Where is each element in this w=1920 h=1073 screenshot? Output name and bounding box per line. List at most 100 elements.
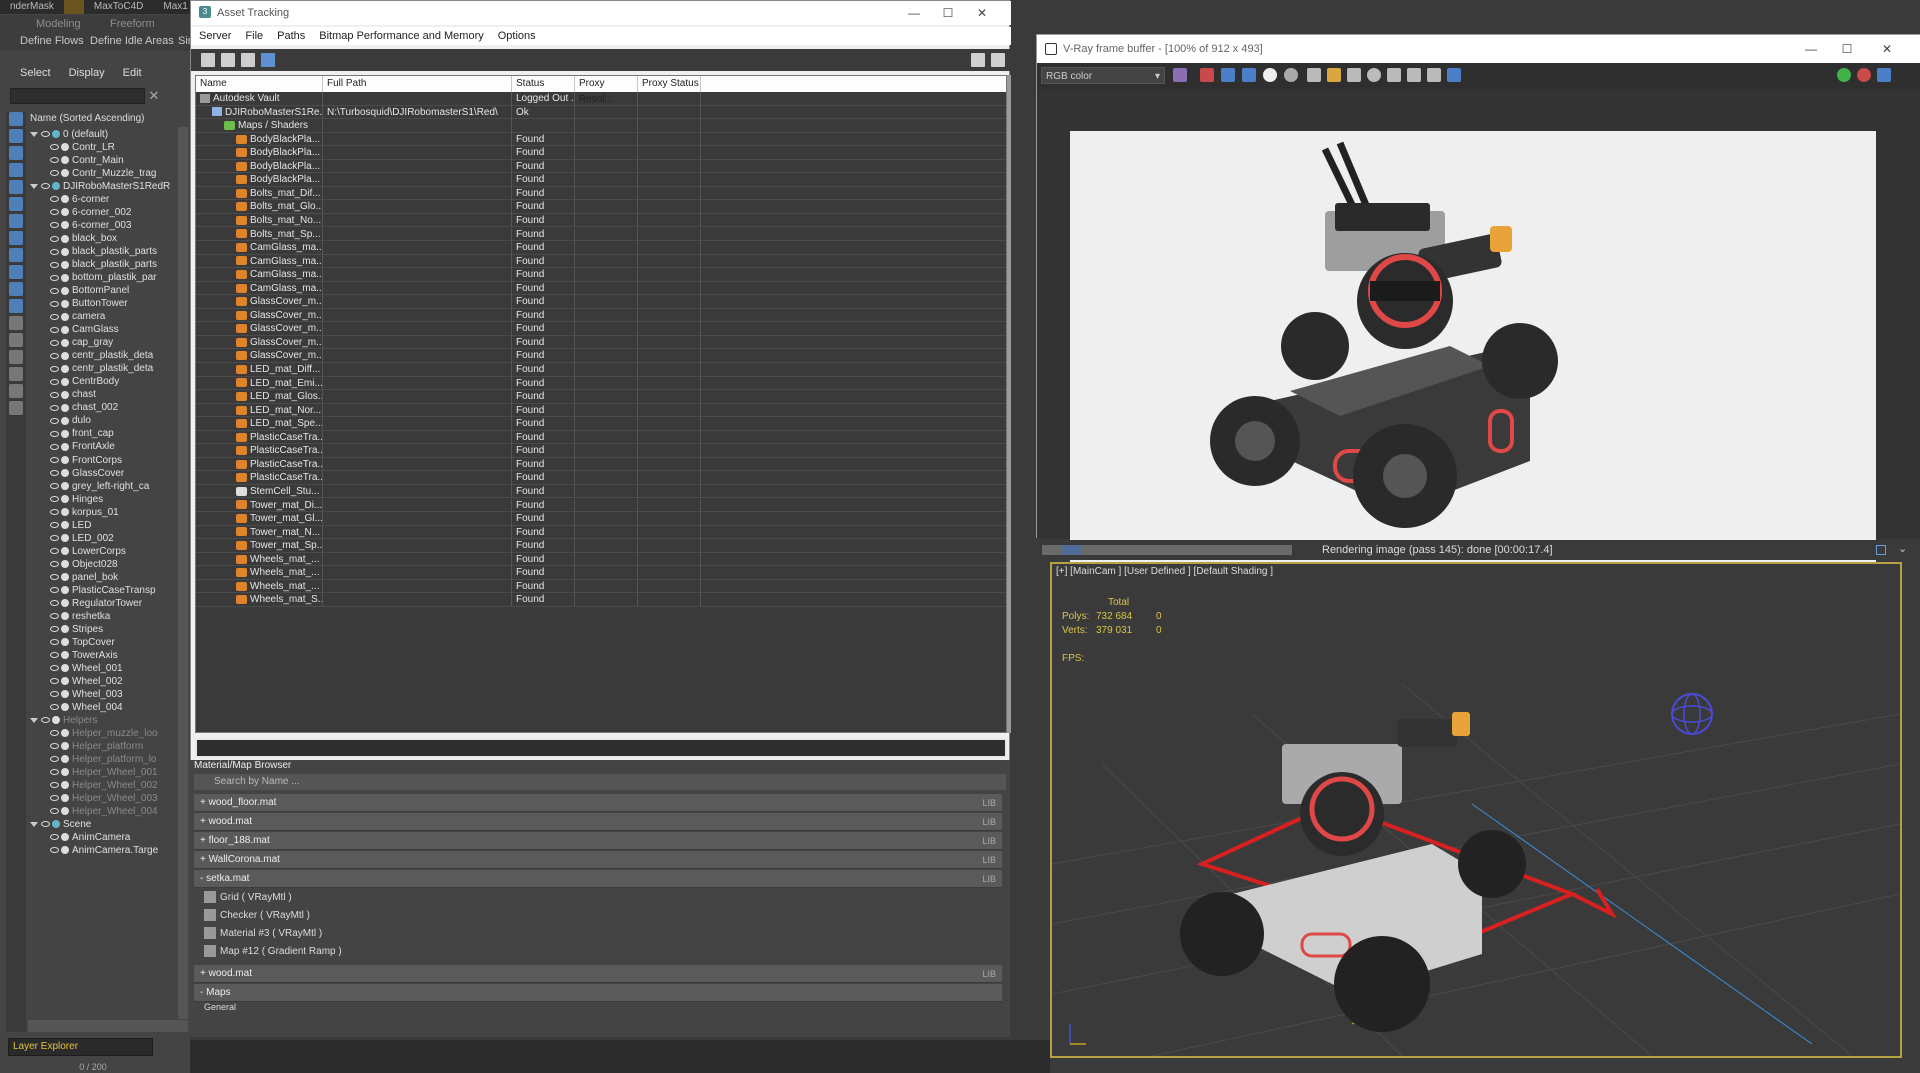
visibility-eye-icon[interactable] — [50, 847, 59, 854]
ribbon-subtab-freeform[interactable]: Freeform — [110, 18, 155, 30]
filter-icon[interactable] — [9, 231, 23, 245]
table-row[interactable]: Tower_mat_Gl... Found — [196, 512, 1006, 526]
visibility-eye-icon[interactable] — [50, 443, 59, 450]
menu-edit[interactable]: Edit — [123, 64, 142, 82]
menu-bitmap-performance[interactable]: Bitmap Performance and Memory — [319, 27, 483, 45]
freeze-dot-icon[interactable] — [52, 130, 60, 139]
col-full-path[interactable]: Full Path — [323, 76, 512, 92]
minimize-icon[interactable]: — — [1801, 41, 1821, 57]
layer-explorer-dropdown[interactable]: Layer Explorer — [8, 1038, 153, 1056]
visibility-eye-icon[interactable] — [50, 261, 59, 268]
filter-icon[interactable] — [9, 129, 23, 143]
visibility-eye-icon[interactable] — [50, 170, 59, 177]
freeze-dot-icon[interactable] — [61, 560, 69, 569]
material-library-row[interactable]: - setka.mat LIB — [194, 870, 1002, 888]
freeze-dot-icon[interactable] — [61, 234, 69, 243]
freeze-dot-icon[interactable] — [61, 520, 69, 529]
minimize-icon[interactable]: — — [904, 5, 924, 21]
filter-icon[interactable] — [9, 401, 23, 415]
region-render-icon[interactable] — [1407, 68, 1421, 82]
track-mouse-icon[interactable] — [1387, 68, 1401, 82]
visibility-eye-icon[interactable] — [50, 587, 59, 594]
visibility-eye-icon[interactable] — [41, 821, 50, 828]
freeze-dot-icon[interactable] — [61, 599, 69, 608]
channel-select[interactable]: RGB color ▾ — [1041, 67, 1165, 84]
table-row[interactable]: LED_mat_Diff... Found — [196, 363, 1006, 377]
tree-view-icon[interactable] — [241, 53, 255, 67]
table-row[interactable]: CamGlass_ma... Found — [196, 281, 1006, 296]
freeze-dot-icon[interactable] — [61, 312, 69, 321]
material-item[interactable]: Material #3 ( VRayMtl ) — [204, 925, 994, 943]
visibility-eye-icon[interactable] — [50, 222, 59, 229]
table-row[interactable]: PlasticCaseTra... Found — [196, 430, 1006, 445]
clear-icon[interactable] — [1367, 68, 1381, 82]
clipboard-icon[interactable] — [1347, 68, 1361, 82]
color-correction-icon[interactable] — [1173, 68, 1187, 82]
filter-icon[interactable] — [9, 197, 23, 211]
filter-icon[interactable] — [9, 333, 23, 347]
freeze-dot-icon[interactable] — [61, 794, 69, 803]
freeze-dot-icon[interactable] — [61, 390, 69, 399]
maximize-viewport-icon[interactable] — [1876, 545, 1886, 555]
close-icon[interactable]: ✕ — [1877, 41, 1897, 57]
visibility-eye-icon[interactable] — [50, 469, 59, 476]
freeze-dot-icon[interactable] — [52, 182, 60, 191]
freeze-dot-icon[interactable] — [61, 494, 69, 503]
material-library-row[interactable]: + wood.mat LIB — [194, 813, 1002, 831]
menu-display[interactable]: Display — [69, 64, 105, 82]
maximize-icon[interactable]: ☐ — [938, 5, 958, 21]
visibility-eye-icon[interactable] — [50, 730, 59, 737]
freeze-dot-icon[interactable] — [61, 533, 69, 542]
freeze-dot-icon[interactable] — [61, 703, 69, 712]
table-row[interactable]: Tower_mat_N... Found — [196, 525, 1006, 540]
freeze-dot-icon[interactable] — [61, 625, 69, 634]
table-row[interactable]: CamGlass_ma... Found — [196, 241, 1006, 255]
visibility-eye-icon[interactable] — [50, 508, 59, 515]
visibility-eye-icon[interactable] — [50, 756, 59, 763]
visibility-eye-icon[interactable] — [50, 404, 59, 411]
close-icon[interactable]: ✕ — [147, 88, 161, 104]
menu-server[interactable]: Server — [199, 27, 231, 45]
material-library-row[interactable]: + WallCorona.mat LIB — [194, 851, 1002, 869]
table-row[interactable]: Tower_mat_Di... Found — [196, 498, 1006, 513]
freeze-dot-icon[interactable] — [61, 429, 69, 438]
freeze-dot-icon[interactable] — [61, 781, 69, 790]
maps-general-group[interactable]: General — [204, 1003, 994, 1011]
freeze-dot-icon[interactable] — [61, 481, 69, 490]
vray-title-bar[interactable]: V-Ray frame buffer - [100% of 912 x 493]… — [1037, 35, 1920, 63]
freeze-dot-icon[interactable] — [61, 351, 69, 360]
freeze-dot-icon[interactable] — [61, 664, 69, 673]
table-row[interactable]: Maps / Shaders — [196, 119, 1006, 133]
expand-arrow-icon[interactable] — [30, 183, 38, 189]
material-item[interactable]: Map #12 ( Gradient Ramp ) — [204, 943, 994, 961]
freeze-dot-icon[interactable] — [61, 455, 69, 464]
freeze-dot-icon[interactable] — [61, 755, 69, 764]
visibility-eye-icon[interactable] — [50, 547, 59, 554]
visibility-eye-icon[interactable] — [50, 665, 59, 672]
col-proxy-resolution[interactable]: Proxy Resol... — [575, 76, 638, 105]
ribbon-subtab-modeling[interactable]: Modeling — [36, 18, 81, 30]
table-row[interactable]: StemCell_Stu... Found — [196, 484, 1006, 499]
visibility-eye-icon[interactable] — [50, 300, 59, 307]
viewport-toolbar-icons[interactable] — [1042, 545, 1292, 555]
visibility-eye-icon[interactable] — [50, 574, 59, 581]
filter-icon[interactable] — [9, 146, 23, 160]
visibility-eye-icon[interactable] — [50, 782, 59, 789]
menu-paths[interactable]: Paths — [277, 27, 305, 45]
table-row[interactable]: LED_mat_Emi... Found — [196, 376, 1006, 391]
table-row[interactable]: Autodesk Vault Logged Out ... — [196, 92, 1006, 106]
visibility-eye-icon[interactable] — [50, 391, 59, 398]
menu-select[interactable]: Select — [20, 64, 51, 82]
ribbon-tab[interactable]: MaxToC4D — [84, 0, 153, 14]
filter-icon[interactable] — [9, 282, 23, 296]
table-row[interactable]: Wheels_mat_... Found — [196, 566, 1006, 580]
freeze-dot-icon[interactable] — [61, 221, 69, 230]
freeze-dot-icon[interactable] — [61, 507, 69, 516]
visibility-eye-icon[interactable] — [50, 378, 59, 385]
table-row[interactable]: GlassCover_m... Found — [196, 349, 1006, 363]
tree-header[interactable]: Name (Sorted Ascending) — [28, 112, 178, 126]
freeze-dot-icon[interactable] — [61, 638, 69, 647]
tree-item[interactable]: AnimCamera.Targe — [28, 843, 178, 859]
green-channel-icon[interactable] — [1221, 68, 1235, 82]
visibility-eye-icon[interactable] — [50, 743, 59, 750]
